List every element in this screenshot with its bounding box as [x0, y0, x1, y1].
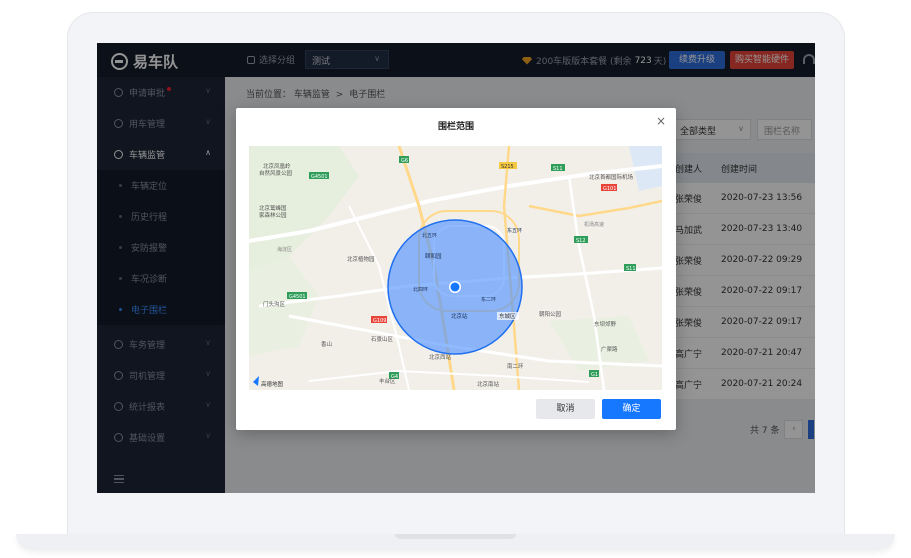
- place-label: 丰台区: [379, 377, 396, 385]
- place-label: 东坝郊野: [594, 320, 617, 328]
- place-label: 北京植物园: [347, 255, 375, 263]
- map-canvas[interactable]: G4501 G6 S215 S11 G101 S12 S11 G4501 G10…: [249, 146, 662, 390]
- place-label: 北京凤凰岭: [263, 162, 291, 170]
- fence-range-modal: 围栏范围 × G4501 G6 S215 S11 G101 S12 S11 G4…: [236, 108, 676, 430]
- place-label: 石景山区: [371, 335, 394, 343]
- place-label: 北京南站: [477, 380, 500, 388]
- place-label: 海淀区: [277, 246, 292, 253]
- place-label: 东城区: [499, 312, 516, 320]
- place-label: 北京首都国际机场: [589, 173, 634, 181]
- road-label: S12: [576, 238, 586, 244]
- place-label: 门头沟区: [263, 300, 286, 308]
- place-label: 北四环: [413, 286, 428, 293]
- cancel-button[interactable]: 取消: [536, 399, 595, 419]
- place-label: 香山: [321, 340, 332, 348]
- place-label: 北京站: [451, 312, 468, 320]
- road-label: G101: [603, 186, 616, 192]
- road-label: S215: [501, 164, 514, 170]
- confirm-button[interactable]: 确定: [602, 399, 661, 419]
- road-label: G1: [591, 372, 598, 378]
- stage: 易车队 选择分组 测试 ∨ 200车版版本套餐 (剩余 723 天) 续费升级 …: [0, 0, 911, 558]
- laptop-notch: [395, 534, 516, 539]
- place-label: 自然风景公园: [259, 169, 293, 177]
- screen: 易车队 选择分组 测试 ∨ 200车版版本套餐 (剩余 723 天) 续费升级 …: [97, 43, 815, 493]
- map-view[interactable]: G4501 G6 S215 S11 G101 S12 S11 G4501 G10…: [249, 146, 662, 390]
- road-label: G109: [373, 318, 386, 324]
- center-marker[interactable]: [450, 282, 460, 292]
- place-label: 东二环: [481, 296, 496, 303]
- place-label: 颐和园: [425, 252, 442, 260]
- road-label: S11: [553, 166, 563, 172]
- place-label: 机场高速: [584, 221, 604, 228]
- place-label: 北五环: [422, 232, 437, 239]
- place-label: 北京鹫峰国: [259, 204, 287, 212]
- road-label: G4501: [311, 174, 328, 180]
- map-attribution: 高德地图: [261, 380, 284, 388]
- modal-title: 围栏范围: [437, 122, 474, 132]
- road-label: G4501: [289, 294, 306, 300]
- place-label: 广渠路: [601, 345, 618, 353]
- place-label: 南二环: [507, 362, 524, 370]
- place-label: 朝阳公园: [539, 310, 562, 318]
- road-label: S11: [626, 266, 636, 272]
- place-label: 东五环: [507, 227, 522, 234]
- close-icon[interactable]: ×: [656, 114, 666, 128]
- place-label: 家森林公园: [259, 211, 287, 219]
- road-label: G6: [401, 158, 408, 164]
- modal-footer: 取消 确定: [236, 399, 676, 421]
